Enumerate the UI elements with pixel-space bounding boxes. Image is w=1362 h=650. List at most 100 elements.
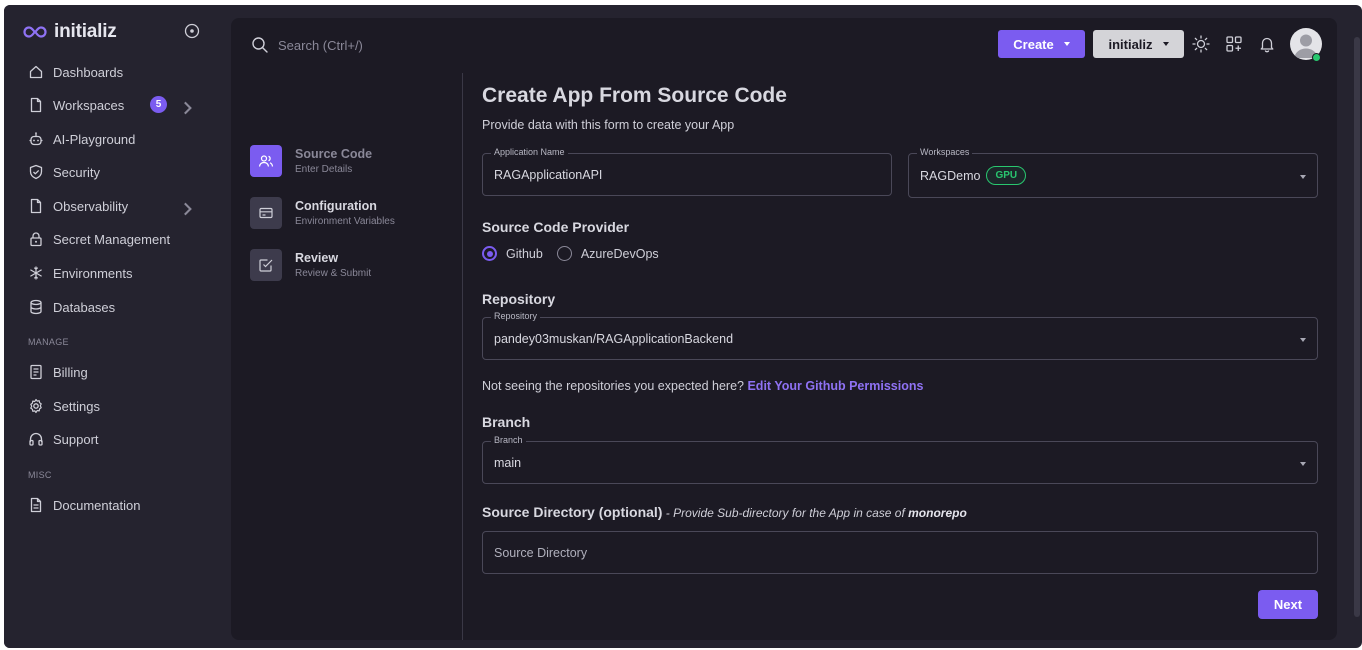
source-directory-title: Source Directory (optional) - Provide Su… — [482, 504, 967, 520]
gpu-badge: GPU — [986, 166, 1027, 185]
sidebar-item-environments[interactable]: Environments — [28, 260, 200, 286]
field-label: Application Name — [491, 147, 568, 157]
sidebar-item-label: Support — [53, 431, 99, 447]
step-title: Configuration — [295, 199, 377, 213]
sidebar-item-label: Documentation — [53, 497, 141, 513]
create-button-label: Create — [1013, 36, 1054, 52]
step-title: Review — [295, 251, 339, 265]
sidebar-item-secret-management[interactable]: Secret Management — [28, 226, 200, 252]
search-bar[interactable] — [251, 36, 498, 54]
users-icon — [258, 155, 274, 167]
step-title: Source Code — [295, 147, 373, 161]
file-icon — [30, 97, 42, 113]
sidebar-item-label: Observability — [53, 198, 129, 214]
application-name-field[interactable]: Application Name RAGApplicationAPI — [482, 147, 892, 196]
main-panel: Create initializ — [231, 18, 1337, 640]
step-configuration[interactable]: Configuration Environment Variables — [250, 197, 395, 229]
headphones-icon — [29, 432, 43, 446]
step-review[interactable]: Review Review & Submit — [250, 249, 371, 281]
next-button[interactable]: Next — [1258, 590, 1318, 619]
create-button[interactable]: Create — [998, 30, 1085, 58]
sidebar-item-label: Dashboards — [53, 64, 124, 80]
sidebar-item-documentation[interactable]: Documentation — [28, 492, 200, 518]
search-icon — [252, 37, 268, 53]
sun-icon[interactable] — [1192, 35, 1210, 53]
workspace-value: RAGDemo — [920, 168, 981, 183]
source-directory-hint: - Provide Sub-directory for the App in c… — [662, 506, 909, 520]
organization-label: initializ — [1108, 36, 1153, 52]
field-label: Repository — [491, 311, 541, 321]
lock-icon — [30, 232, 42, 247]
document-icon — [30, 497, 42, 513]
radio-selected[interactable] — [482, 246, 497, 261]
application-name-value: RAGApplicationAPI — [494, 168, 603, 182]
app-window: initializ Dashboards Workspaces 5 AI-Pla… — [4, 5, 1362, 648]
sidebar-item-settings[interactable]: Settings — [28, 393, 200, 419]
source-directory-hint-bold: monorepo — [908, 506, 967, 520]
sidebar-item-label: AI-Playground — [53, 131, 136, 147]
sidebar-item-observability[interactable]: Observability — [28, 193, 200, 219]
robot-icon — [29, 132, 43, 146]
chevron-right-icon — [184, 101, 192, 115]
branch-value: main — [494, 456, 522, 470]
section-label-manage: MANAGE — [28, 337, 69, 347]
bell-icon[interactable] — [1258, 35, 1276, 53]
shield-icon — [29, 164, 43, 180]
snowflake-icon — [30, 266, 42, 280]
file-icon — [30, 198, 42, 214]
page-description: Provide data with this form to create yo… — [482, 118, 735, 132]
chevron-down-icon — [1300, 338, 1306, 342]
radio-label: AzureDevOps — [580, 246, 659, 261]
sidebar-item-databases[interactable]: Databases — [28, 294, 200, 320]
sidebar-item-workspaces[interactable]: Workspaces 5 — [28, 92, 200, 118]
sidebar-toggle-icon[interactable] — [184, 23, 200, 39]
radio-label: Github — [506, 246, 543, 261]
online-status-dot — [1312, 53, 1321, 62]
scrollbar[interactable] — [1354, 37, 1360, 617]
help-text: Not seeing the repositories you expected… — [482, 379, 744, 393]
home-icon — [29, 65, 43, 79]
sidebar-item-billing[interactable]: Billing — [28, 359, 200, 385]
source-directory-heading: Source Directory (optional) — [482, 504, 663, 520]
repository-select[interactable]: Repository pandey03muskan/RAGApplication… — [482, 311, 1318, 360]
sidebar-item-label: Billing — [53, 364, 88, 380]
field-label: Workspaces — [917, 147, 973, 157]
step-source-code[interactable]: Source Code Enter Details — [250, 145, 372, 177]
gear-icon — [30, 398, 42, 414]
workspace-select[interactable]: Workspaces RAGDemo GPU — [908, 147, 1318, 198]
chevron-right-icon — [184, 202, 192, 216]
field-label: Branch — [491, 435, 526, 445]
step-subtitle: Review & Submit — [295, 268, 372, 279]
chevron-down-icon — [1300, 462, 1306, 466]
branch-select[interactable]: Branch main — [482, 435, 1318, 484]
repository-help: Not seeing the repositories you expected… — [482, 379, 923, 393]
receipt-icon — [30, 364, 42, 380]
radio-unselected[interactable] — [556, 246, 572, 261]
sidebar-item-ai-playground[interactable]: AI-Playground — [28, 126, 200, 152]
chevron-down-icon — [1162, 42, 1169, 46]
credit-card-icon — [259, 207, 273, 219]
provider-option-azuredevops[interactable]: AzureDevOps — [556, 246, 659, 261]
sidebar: initializ Dashboards Workspaces 5 AI-Pla… — [4, 5, 212, 648]
step-subtitle: Environment Variables — [295, 216, 395, 227]
provider-option-github[interactable]: Github — [482, 246, 543, 261]
step-subtitle: Enter Details — [295, 164, 353, 175]
sidebar-item-label: Settings — [53, 398, 100, 414]
edit-github-permissions-link[interactable]: Edit Your Github Permissions — [747, 379, 923, 393]
branch-section-title: Branch — [482, 414, 531, 430]
apps-grid-icon[interactable] — [1225, 35, 1243, 53]
search-input[interactable] — [278, 37, 498, 53]
provider-radio-group: Github AzureDevOps — [482, 246, 659, 261]
sidebar-item-security[interactable]: Security — [28, 159, 200, 185]
sidebar-item-support[interactable]: Support — [28, 426, 200, 452]
step-icon — [250, 197, 282, 229]
chevron-down-icon — [1300, 175, 1306, 179]
sidebar-item-label: Databases — [53, 299, 116, 315]
brand[interactable]: initializ — [22, 21, 117, 43]
source-directory-input[interactable] — [482, 531, 1318, 574]
checkbox-icon — [259, 259, 273, 272]
sidebar-item-dashboards[interactable]: Dashboards — [28, 59, 200, 85]
provider-section-title: Source Code Provider — [482, 219, 630, 235]
organization-switcher[interactable]: initializ — [1093, 30, 1184, 58]
stepper-divider — [462, 73, 463, 640]
